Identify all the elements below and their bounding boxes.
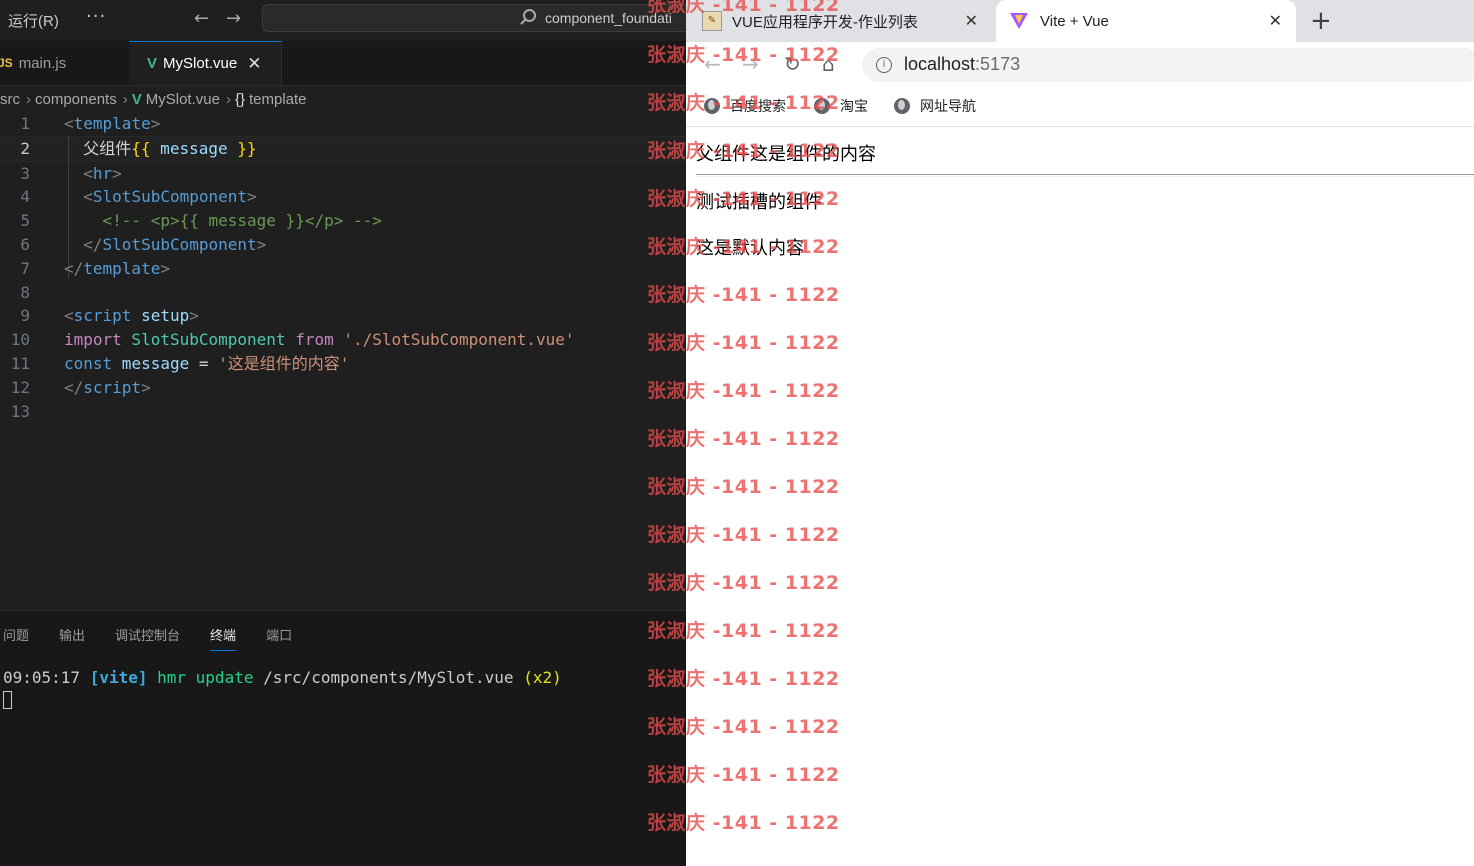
vscode-window: 运行(R) ··· ← → component_foundati JS main… — [0, 0, 686, 866]
tab-myslot-vue[interactable]: V MySlot.vue ✕ — [129, 41, 282, 85]
watermark: 张淑庆 -141 - 1122 — [647, 380, 840, 402]
terminal-output: 09:05:17 [vite] hmr update /src/componen… — [3, 668, 562, 687]
tab-title: Vite + Vue — [1040, 12, 1109, 30]
address-bar[interactable]: i localhost:5173 — [862, 48, 1474, 82]
breadcrumb-file[interactable]: MySlot.vue — [146, 91, 220, 108]
line-number: 5 — [20, 211, 30, 231]
code-line: </template> — [64, 258, 170, 278]
title-bar: 运行(R) ··· ← → component_foundati — [0, 0, 686, 40]
close-icon[interactable]: ✕ — [965, 11, 978, 31]
watermark: 张淑庆 -141 - 1122 — [647, 428, 840, 450]
terminal-cursor[interactable] — [3, 691, 12, 709]
watermark: 张淑庆 -141 - 1122 — [647, 92, 840, 114]
tab-main-js[interactable]: JS main.js — [0, 41, 128, 85]
watermark: 张淑庆 -141 - 1122 — [647, 236, 840, 258]
watermark: 张淑庆 -141 - 1122 — [647, 332, 840, 354]
line-number: 2 — [20, 138, 30, 158]
tab-debug-console[interactable]: 调试控制台 — [115, 625, 180, 651]
chevron-right-icon: › — [26, 90, 31, 108]
breadcrumb-template[interactable]: template — [249, 91, 307, 108]
watermark: 张淑庆 -141 - 1122 — [647, 716, 840, 738]
line-number: 8 — [20, 282, 30, 302]
tab-ports[interactable]: 端口 — [266, 625, 292, 651]
line-number: 1 — [20, 114, 30, 133]
chevron-right-icon: › — [122, 90, 128, 108]
line-number: 4 — [20, 187, 30, 207]
code-line: <!-- <p>{{ message }}</p> --> — [102, 211, 382, 231]
watermark: 张淑庆 -141 - 1122 — [647, 620, 840, 642]
panel-tabs: 问题 输出 调试控制台 终端 端口 — [0, 625, 319, 651]
menu-run[interactable]: 运行(R) — [8, 10, 59, 31]
code-line: import SlotSubComponent from './SlotSubC… — [64, 330, 575, 350]
line-number: 7 — [20, 258, 30, 278]
url-text: localhost:5173 — [904, 54, 1021, 74]
chevron-right-icon: › — [225, 90, 231, 108]
watermark: 张淑庆 -141 - 1122 — [647, 524, 840, 546]
watermark: 张淑庆 -141 - 1122 — [647, 44, 840, 66]
line-number: 9 — [20, 306, 30, 326]
line-number: 10 — [10, 330, 30, 350]
tab-terminal[interactable]: 终端 — [210, 625, 237, 651]
code-line: const message = '这是组件的内容' — [64, 353, 350, 373]
tab-label: MySlot.vue — [163, 55, 238, 72]
js-file-icon: JS — [0, 56, 13, 70]
line-number: 13 — [10, 401, 30, 421]
watermark: 张淑庆 -141 - 1122 — [647, 572, 840, 594]
braces-icon: {} — [234, 90, 245, 108]
code-line: 父组件{{ message }} — [83, 138, 257, 158]
bottom-panel: 问题 输出 调试控制台 终端 端口 09:05:17 [vite] hmr up… — [0, 610, 686, 866]
command-center-search[interactable]: component_foundati — [262, 4, 686, 32]
watermark: 张淑庆 -141 - 1122 — [647, 284, 840, 306]
watermark: 张淑庆 -141 - 1122 — [647, 140, 840, 162]
line-number: 11 — [10, 353, 30, 373]
code-line: <hr> — [83, 163, 122, 183]
horizontal-rule — [696, 174, 1474, 177]
line-number: 12 — [10, 377, 30, 397]
tab-label: main.js — [18, 54, 67, 72]
breadcrumb-components[interactable]: components — [35, 91, 117, 108]
code-line: </SlotSubComponent> — [83, 234, 267, 254]
vite-logo-icon — [1010, 13, 1028, 29]
vue-file-icon: V — [147, 55, 158, 72]
watermark: 张淑庆 -141 - 1122 — [647, 476, 840, 498]
vue-file-icon: V — [131, 90, 142, 108]
arrow-right-icon[interactable]: → — [226, 8, 241, 29]
code-line: </script> — [64, 377, 151, 397]
tab-output[interactable]: 输出 — [59, 625, 85, 651]
info-icon[interactable]: i — [876, 57, 892, 73]
watermark: 张淑庆 -141 - 1122 — [647, 188, 840, 210]
editor-tab-bar: JS main.js V MySlot.vue ✕ — [0, 41, 686, 86]
more-menu-icon[interactable]: ··· — [86, 6, 106, 27]
code-line: <template> — [64, 114, 161, 133]
breadcrumb-src[interactable]: src — [0, 91, 20, 108]
arrow-left-icon[interactable]: ← — [194, 8, 209, 29]
close-icon[interactable]: ✕ — [247, 54, 261, 74]
globe-icon — [894, 98, 910, 114]
code-line: <SlotSubComponent> — [83, 187, 257, 207]
breadcrumb: src › components › V MySlot.vue › {} tem… — [0, 88, 311, 110]
watermark: 张淑庆 -141 - 1122 — [647, 764, 840, 786]
line-number: 3 — [20, 163, 30, 183]
watermark: 张淑庆 -141 - 1122 — [647, 668, 840, 690]
tab-problems[interactable]: 问题 — [3, 625, 29, 651]
search-icon — [523, 9, 536, 22]
new-tab-button[interactable]: + — [1310, 6, 1332, 36]
close-icon[interactable]: ✕ — [1269, 11, 1282, 31]
watermark: 张淑庆 -141 - 1122 — [647, 0, 840, 16]
line-number: 6 — [20, 234, 30, 254]
code-editor[interactable]: 1 <template> 2 父组件{{ message }} 3 <hr> 4 … — [0, 112, 686, 423]
code-line: <script setup> — [64, 306, 199, 326]
browser-tab-vite[interactable]: Vite + Vue ✕ — [996, 0, 1296, 42]
bookmark-nav[interactable]: 网址导航 — [894, 96, 976, 116]
watermark: 张淑庆 -141 - 1122 — [647, 812, 840, 834]
